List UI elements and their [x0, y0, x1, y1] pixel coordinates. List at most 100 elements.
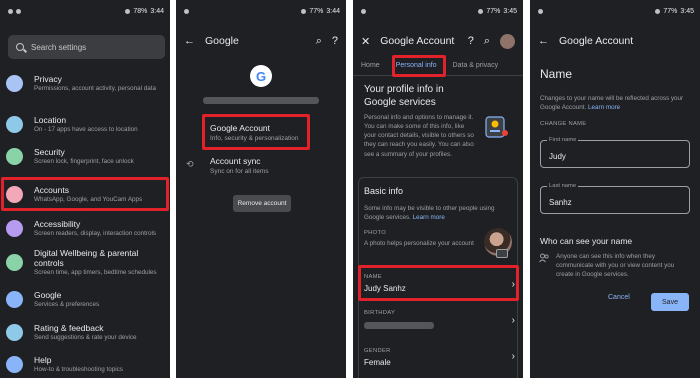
settings-item-title: Help [34, 354, 52, 365]
page-title: Google Account [380, 35, 455, 47]
google-icon [6, 290, 23, 308]
settings-item-subtitle: Screen lock, fingerprint, face unlock [34, 157, 134, 165]
google-panel: 77% 3:44 ← Google ⌕ ? G Google Account In… [176, 0, 346, 378]
photo-description: A photo helps personalize your account [364, 240, 474, 247]
photo-label: PHOTO [364, 230, 387, 236]
settings-item-text: Digital Wellbeing & parental controls Scr… [34, 248, 170, 277]
settings-item-privacy[interactable]: Privacy Permissions, account activity, pe… [6, 68, 170, 98]
battery-percent: 77% [486, 7, 501, 15]
account-sync-title: Account sync [210, 156, 261, 166]
settings-item-text: Help How-to & troubleshooting topics [34, 355, 123, 374]
settings-item-digital[interactable]: Digital Wellbeing & parental controls Scr… [6, 247, 170, 277]
battery-percent: 78% [133, 7, 148, 15]
settings-item-subtitle: How-to & troubleshooting topics [34, 365, 123, 373]
settings-item-text: Accessibility Screen readers, display, in… [34, 219, 156, 238]
basic-info-title: Basic info [364, 186, 404, 196]
last-name-value: Sanhz [549, 198, 572, 207]
remove-account-button[interactable]: Remove account [233, 195, 291, 212]
search-placeholder: Search settings [31, 42, 87, 52]
name-editor-panel: 77% 3:45 ← Google Account Name Changes to… [530, 0, 700, 378]
page-title: Google [205, 35, 239, 47]
help-icon[interactable]: ? [332, 35, 338, 47]
name-heading: Name [540, 67, 573, 81]
settings-item-title: Security [34, 146, 65, 157]
status-bar: 77% 3:45 [353, 0, 523, 22]
chevron-right-icon: › [511, 351, 515, 362]
profile-info-title: Your profile info in Google services [364, 84, 444, 108]
search-icon[interactable]: ⌕ [484, 35, 490, 48]
google-account-panel: 77% 3:45 ✕ Google Account ? ⌕ Home Person… [353, 0, 523, 378]
blurred-birthday [364, 322, 434, 329]
search-settings-input[interactable]: Search settings [8, 35, 165, 59]
learn-more-link[interactable]: Learn more [413, 214, 445, 221]
birthday-label: BIRTHDAY [364, 310, 396, 316]
first-name-value: Judy [549, 152, 566, 161]
notification-icon [8, 8, 13, 14]
accessibility-icon [6, 219, 23, 237]
account-sync-subtitle: Sync on for all items [210, 168, 269, 175]
cancel-button[interactable]: Cancel [608, 294, 630, 301]
status-bar: 77% 3:45 [530, 0, 700, 22]
search-icon [16, 43, 24, 51]
tab-home[interactable]: Home [353, 54, 388, 76]
app-bar: ← Google Account [530, 31, 700, 51]
learn-more-link[interactable]: Learn more [588, 104, 620, 111]
location-icon [6, 115, 23, 133]
privacy-icon [6, 74, 23, 92]
settings-item-location[interactable]: Location On - 17 apps have access to loca… [6, 109, 170, 139]
basic-info-description: Some info may be visible to other people… [364, 204, 509, 222]
page-title: Google Account [559, 35, 634, 47]
wifi-icon [655, 8, 661, 14]
settings-item-title: Location [34, 114, 67, 125]
settings-item-text: Rating & feedback Send suggestions & rate… [34, 323, 137, 342]
notification-icon [538, 8, 543, 14]
wifi-icon [301, 8, 307, 14]
last-name-label: Last name [547, 183, 579, 189]
people-icon [539, 253, 549, 263]
gender-row[interactable]: GENDER Female [364, 348, 391, 367]
back-arrow-icon[interactable]: ← [538, 35, 549, 47]
settings-item-accessibility[interactable]: Accessibility Screen readers, display, in… [6, 213, 170, 243]
profile-info-description: Personal info and options to manage it. … [364, 114, 474, 158]
settings-item-title: Google [34, 289, 62, 300]
wifi-icon [125, 8, 131, 14]
settings-item-security[interactable]: Security Screen lock, fingerprint, face u… [6, 141, 170, 171]
highlight-name [358, 265, 519, 301]
last-name-field[interactable]: Last name Sanhz [540, 183, 690, 214]
settings-item-help[interactable]: Help How-to & troubleshooting topics [6, 349, 170, 378]
settings-item-subtitle: Screen readers, display, interaction con… [34, 229, 157, 237]
app-bar: ← Google ⌕ ? [176, 31, 346, 51]
avatar[interactable] [500, 33, 515, 49]
who-can-see-description: Anyone can see this info when they commu… [556, 253, 675, 279]
settings-item-title: Rating & feedback [34, 322, 104, 333]
clock: 3:44 [326, 7, 340, 15]
settings-item-title: Accessibility [34, 218, 81, 229]
notification-icon [184, 8, 189, 14]
highlight-accounts [1, 177, 169, 211]
save-button[interactable]: Save [651, 293, 689, 311]
birthday-row[interactable]: BIRTHDAY [364, 310, 395, 316]
settings-item-google[interactable]: Google Services & preferences [6, 284, 170, 314]
account-sync-item[interactable]: Account sync Sync on for all items [210, 156, 269, 175]
settings-item-subtitle: Send suggestions & rate your device [34, 333, 137, 341]
notification-icon [361, 8, 366, 14]
close-icon[interactable]: ✕ [361, 35, 370, 48]
search-icon[interactable]: ⌕ [316, 35, 322, 48]
highlight-personal-info [392, 55, 446, 77]
app-bar: ✕ Google Account ? ⌕ [353, 31, 523, 51]
first-name-field[interactable]: First name Judy [540, 137, 690, 168]
battery-percent: 77% [663, 7, 678, 15]
help-icon[interactable]: ? [468, 35, 474, 47]
help-icon [6, 355, 23, 373]
clock: 3:45 [503, 7, 517, 15]
name-description: Changes to your name will be reflected a… [540, 94, 690, 112]
who-can-see-title: Who can see your name [540, 236, 633, 246]
settings-item-title: Digital Wellbeing & parental controls [34, 247, 139, 268]
profile-illustration-icon [485, 116, 508, 138]
back-arrow-icon[interactable]: ← [184, 35, 195, 47]
battery-percent: 77% [309, 7, 324, 15]
photo-row[interactable]: PHOTO A photo helps personalize your acc… [364, 230, 474, 248]
settings-item-rating[interactable]: Rating & feedback Send suggestions & rate… [6, 317, 170, 347]
tab-data-privacy[interactable]: Data & privacy [445, 54, 507, 76]
change-name-label: CHANGE NAME [540, 121, 587, 127]
